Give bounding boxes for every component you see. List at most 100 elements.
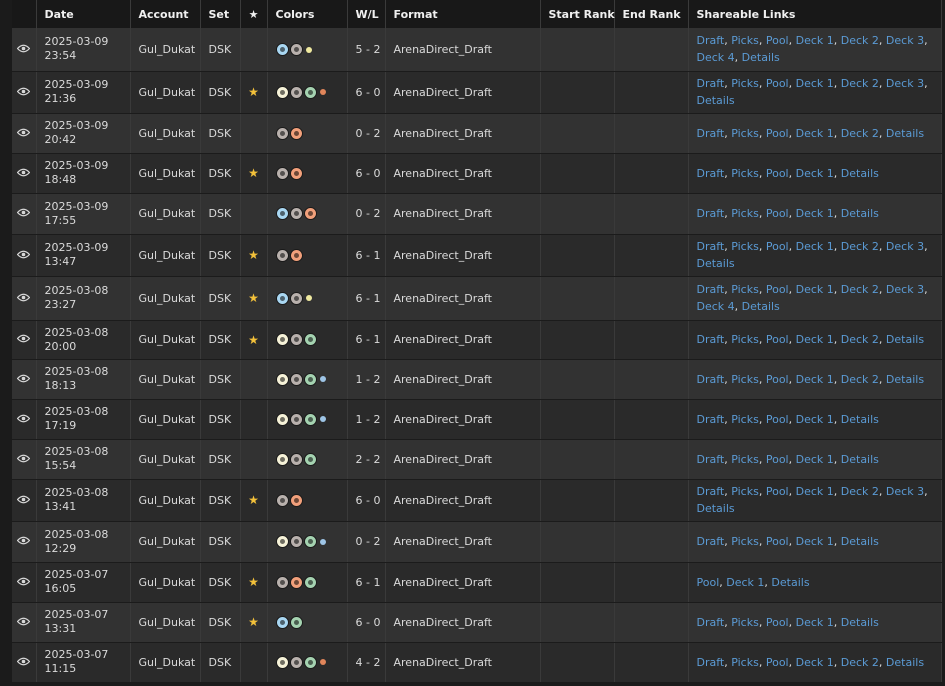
link-picks[interactable]: Picks	[731, 167, 759, 180]
eye-icon[interactable]	[16, 127, 31, 140]
link-details[interactable]: Details	[697, 257, 735, 270]
link-details[interactable]: Details	[697, 94, 735, 107]
link-pool[interactable]: Pool	[766, 453, 789, 466]
link-details[interactable]: Details	[771, 576, 809, 589]
link-details[interactable]: Details	[841, 535, 879, 548]
link-deck-1[interactable]: Deck 1	[726, 576, 764, 589]
link-deck-3[interactable]: Deck 3	[886, 240, 924, 253]
link-picks[interactable]: Picks	[731, 656, 759, 669]
link-pool[interactable]: Pool	[766, 127, 789, 140]
link-deck-1[interactable]: Deck 1	[796, 485, 834, 498]
link-draft[interactable]: Draft	[697, 34, 725, 47]
link-picks[interactable]: Picks	[731, 207, 759, 220]
link-pool[interactable]: Pool	[697, 576, 720, 589]
link-pool[interactable]: Pool	[766, 167, 789, 180]
link-deck-1[interactable]: Deck 1	[796, 535, 834, 548]
link-draft[interactable]: Draft	[697, 127, 725, 140]
link-deck-2[interactable]: Deck 2	[841, 34, 879, 47]
link-pool[interactable]: Pool	[766, 485, 789, 498]
link-pool[interactable]: Pool	[766, 34, 789, 47]
link-details[interactable]: Details	[886, 333, 924, 346]
link-deck-4[interactable]: Deck 4	[697, 51, 735, 64]
link-draft[interactable]: Draft	[697, 453, 725, 466]
eye-icon[interactable]	[16, 167, 31, 180]
link-picks[interactable]: Picks	[731, 77, 759, 90]
eye-icon[interactable]	[16, 494, 31, 507]
link-deck-2[interactable]: Deck 2	[841, 485, 879, 498]
link-deck-1[interactable]: Deck 1	[796, 77, 834, 90]
link-deck-1[interactable]: Deck 1	[796, 240, 834, 253]
link-details[interactable]: Details	[886, 656, 924, 669]
header-format[interactable]: Format	[385, 0, 541, 28]
link-details[interactable]: Details	[841, 453, 879, 466]
link-deck-1[interactable]: Deck 1	[796, 333, 834, 346]
link-deck-3[interactable]: Deck 3	[886, 283, 924, 296]
link-pool[interactable]: Pool	[766, 373, 789, 386]
eye-icon[interactable]	[16, 535, 31, 548]
link-picks[interactable]: Picks	[731, 240, 759, 253]
link-deck-1[interactable]: Deck 1	[796, 207, 834, 220]
eye-icon[interactable]	[16, 413, 31, 426]
link-pool[interactable]: Pool	[766, 535, 789, 548]
link-details[interactable]: Details	[886, 373, 924, 386]
link-details[interactable]: Details	[697, 502, 735, 515]
link-picks[interactable]: Picks	[731, 127, 759, 140]
link-picks[interactable]: Picks	[731, 535, 759, 548]
header-date[interactable]: Date	[36, 0, 131, 28]
header-set[interactable]: Set	[200, 0, 241, 28]
eye-icon[interactable]	[16, 576, 31, 589]
link-draft[interactable]: Draft	[697, 616, 725, 629]
link-pool[interactable]: Pool	[766, 333, 789, 346]
link-picks[interactable]: Picks	[731, 453, 759, 466]
link-deck-1[interactable]: Deck 1	[796, 373, 834, 386]
link-draft[interactable]: Draft	[697, 535, 725, 548]
header-colors[interactable]: Colors	[267, 0, 348, 28]
header-wl[interactable]: W/L	[347, 0, 386, 28]
link-pool[interactable]: Pool	[766, 207, 789, 220]
link-deck-1[interactable]: Deck 1	[796, 656, 834, 669]
link-details[interactable]: Details	[886, 127, 924, 140]
link-pool[interactable]: Pool	[766, 413, 789, 426]
link-details[interactable]: Details	[841, 616, 879, 629]
header-start-rank[interactable]: Start Rank	[540, 0, 615, 28]
link-draft[interactable]: Draft	[697, 485, 725, 498]
link-draft[interactable]: Draft	[697, 656, 725, 669]
link-deck-2[interactable]: Deck 2	[841, 127, 879, 140]
link-details[interactable]: Details	[841, 207, 879, 220]
link-draft[interactable]: Draft	[697, 413, 725, 426]
link-draft[interactable]: Draft	[697, 167, 725, 180]
link-deck-1[interactable]: Deck 1	[796, 453, 834, 466]
eye-icon[interactable]	[16, 249, 31, 262]
eye-icon[interactable]	[16, 333, 31, 346]
eye-icon[interactable]	[16, 656, 31, 669]
link-draft[interactable]: Draft	[697, 373, 725, 386]
eye-icon[interactable]	[16, 292, 31, 305]
link-deck-2[interactable]: Deck 2	[841, 283, 879, 296]
eye-icon[interactable]	[16, 86, 31, 99]
header-account[interactable]: Account	[130, 0, 201, 28]
link-deck-2[interactable]: Deck 2	[841, 373, 879, 386]
header-end-rank[interactable]: End Rank	[614, 0, 689, 28]
link-draft[interactable]: Draft	[697, 207, 725, 220]
link-details[interactable]: Details	[841, 413, 879, 426]
link-details[interactable]: Details	[742, 51, 780, 64]
link-deck-3[interactable]: Deck 3	[886, 34, 924, 47]
link-deck-2[interactable]: Deck 2	[841, 656, 879, 669]
link-pool[interactable]: Pool	[766, 77, 789, 90]
eye-icon[interactable]	[16, 207, 31, 220]
link-deck-1[interactable]: Deck 1	[796, 283, 834, 296]
link-deck-1[interactable]: Deck 1	[796, 34, 834, 47]
link-deck-1[interactable]: Deck 1	[796, 616, 834, 629]
link-details[interactable]: Details	[841, 167, 879, 180]
link-deck-1[interactable]: Deck 1	[796, 167, 834, 180]
link-deck-2[interactable]: Deck 2	[841, 77, 879, 90]
link-picks[interactable]: Picks	[731, 485, 759, 498]
header-star[interactable]: ★	[240, 0, 268, 28]
link-pool[interactable]: Pool	[766, 616, 789, 629]
link-draft[interactable]: Draft	[697, 240, 725, 253]
link-deck-3[interactable]: Deck 3	[886, 485, 924, 498]
eye-icon[interactable]	[16, 43, 31, 56]
link-picks[interactable]: Picks	[731, 413, 759, 426]
link-deck-3[interactable]: Deck 3	[886, 77, 924, 90]
link-picks[interactable]: Picks	[731, 34, 759, 47]
